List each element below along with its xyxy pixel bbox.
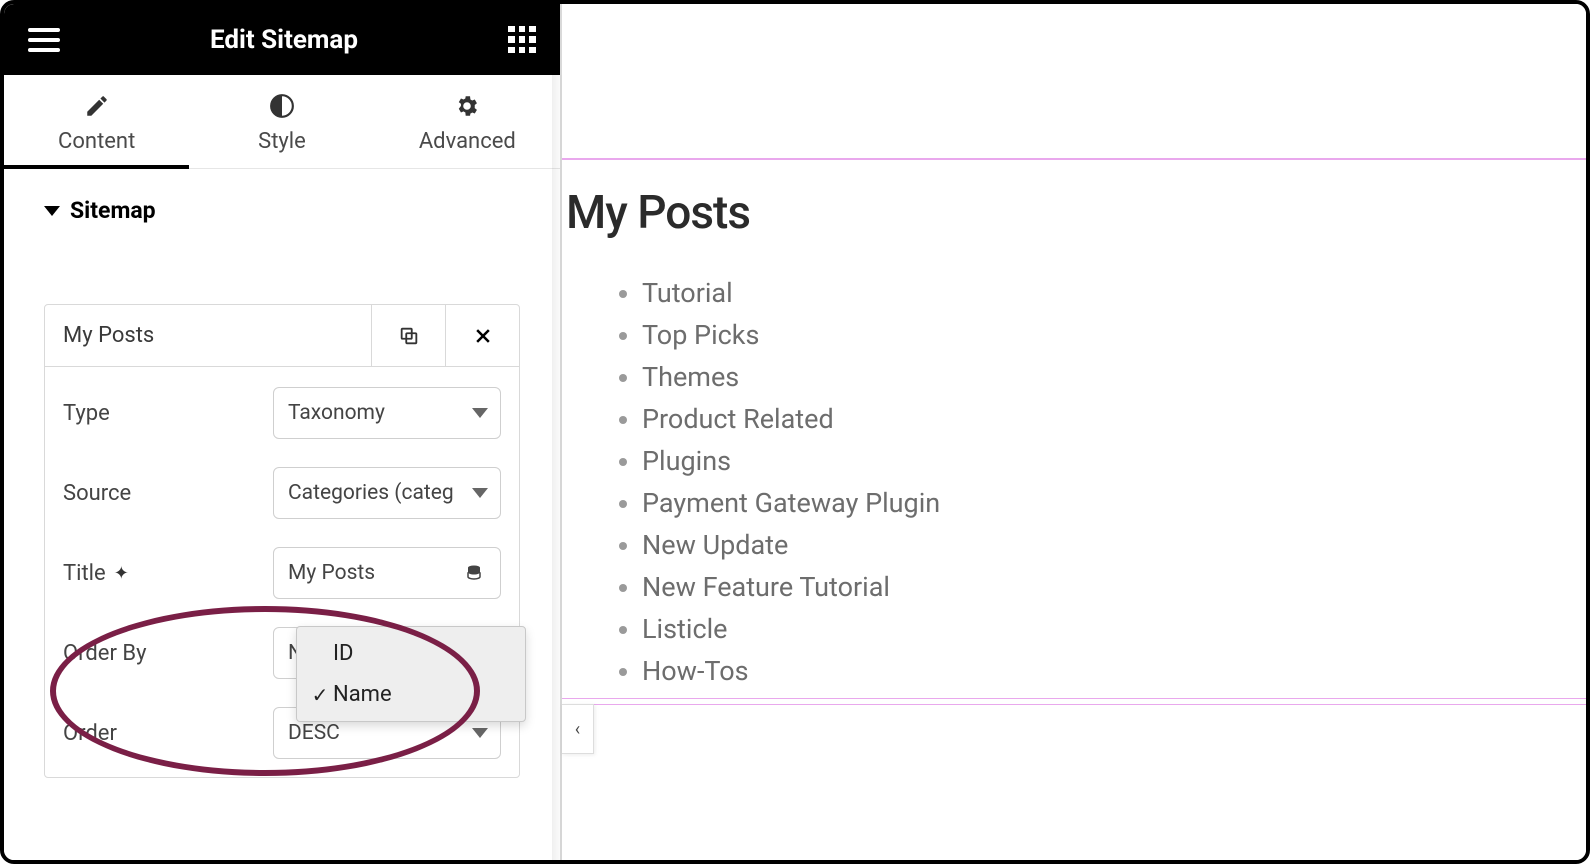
widget-boundary-bottom-2 [562, 704, 1586, 705]
top-bar: Edit Sitemap [4, 4, 560, 75]
tabs: Content Style Advanced [4, 75, 560, 169]
order-label: Order [63, 721, 273, 746]
list-item[interactable]: Listicle [642, 608, 940, 650]
tab-content-label: Content [58, 129, 135, 154]
list-item[interactable]: How-Tos [642, 650, 940, 692]
control-source: Source Categories (categ [63, 467, 501, 519]
widget-boundary-top [562, 158, 1586, 160]
preview-heading: My Posts [566, 186, 750, 240]
copy-icon [398, 325, 420, 347]
title-input[interactable]: My Posts [273, 547, 501, 599]
section-toggle-sitemap[interactable]: Sitemap [4, 169, 560, 244]
list-item[interactable]: Payment Gateway Plugin [642, 482, 940, 524]
contrast-icon [269, 93, 295, 119]
check-icon: ✓ [307, 683, 333, 707]
tab-content[interactable]: Content [4, 75, 189, 168]
list-item[interactable]: New Feature Tutorial [642, 566, 940, 608]
tab-style[interactable]: Style [189, 75, 374, 168]
repeater-item-header[interactable]: My Posts [45, 305, 519, 367]
orderby-dropdown: ID ✓Name [296, 626, 526, 722]
type-label: Type [63, 401, 273, 426]
orderby-option-name[interactable]: ✓Name [297, 674, 525, 715]
tab-advanced[interactable]: Advanced [375, 75, 560, 168]
widget-boundary-bottom [562, 698, 1586, 699]
list-item[interactable]: Themes [642, 356, 940, 398]
source-select[interactable]: Categories (categ [273, 467, 501, 519]
list-item[interactable]: New Update [642, 524, 940, 566]
apps-grid-icon[interactable] [508, 26, 536, 54]
chevron-down-icon [472, 408, 488, 418]
app-window: Edit Sitemap Content Style Advanced Site… [0, 0, 1590, 864]
remove-button[interactable] [445, 305, 519, 366]
repeater-item-title: My Posts [45, 305, 371, 366]
section-title: Sitemap [70, 197, 156, 224]
source-label: Source [63, 481, 273, 506]
chevron-down-icon [472, 488, 488, 498]
dynamic-tags-icon[interactable] [456, 563, 492, 583]
editor-sidebar: Edit Sitemap Content Style Advanced Site… [4, 4, 562, 860]
ai-sparkle-icon: ✦ [114, 563, 129, 584]
control-type: Type Taxonomy [63, 387, 501, 439]
tab-advanced-label: Advanced [419, 129, 516, 154]
list-item[interactable]: Tutorial [642, 272, 940, 314]
menu-icon[interactable] [28, 28, 60, 52]
caret-down-icon [44, 206, 60, 216]
list-item[interactable]: Product Related [642, 398, 940, 440]
preview-pane: My Posts Tutorial Top Picks Themes Produ… [562, 4, 1586, 860]
title-label: Title✦ [63, 561, 273, 586]
close-icon [473, 326, 493, 346]
panel-body: My Posts Type Taxonomy Source C [4, 304, 560, 798]
gear-icon [454, 93, 480, 119]
type-select[interactable]: Taxonomy [273, 387, 501, 439]
panel-title: Edit Sitemap [210, 25, 358, 55]
control-title: Title✦ My Posts [63, 547, 501, 599]
pencil-icon [84, 93, 110, 119]
duplicate-button[interactable] [371, 305, 445, 366]
list-item[interactable]: Plugins [642, 440, 940, 482]
tab-style-label: Style [258, 129, 306, 154]
sitemap-list: Tutorial Top Picks Themes Product Relate… [622, 272, 940, 692]
chevron-down-icon [472, 728, 488, 738]
chevron-left-icon: ‹ [575, 719, 580, 740]
collapse-panel-button[interactable]: ‹ [562, 704, 594, 754]
list-item[interactable]: Top Picks [642, 314, 940, 356]
orderby-label: Order By [63, 641, 273, 666]
orderby-option-id[interactable]: ID [297, 633, 525, 674]
